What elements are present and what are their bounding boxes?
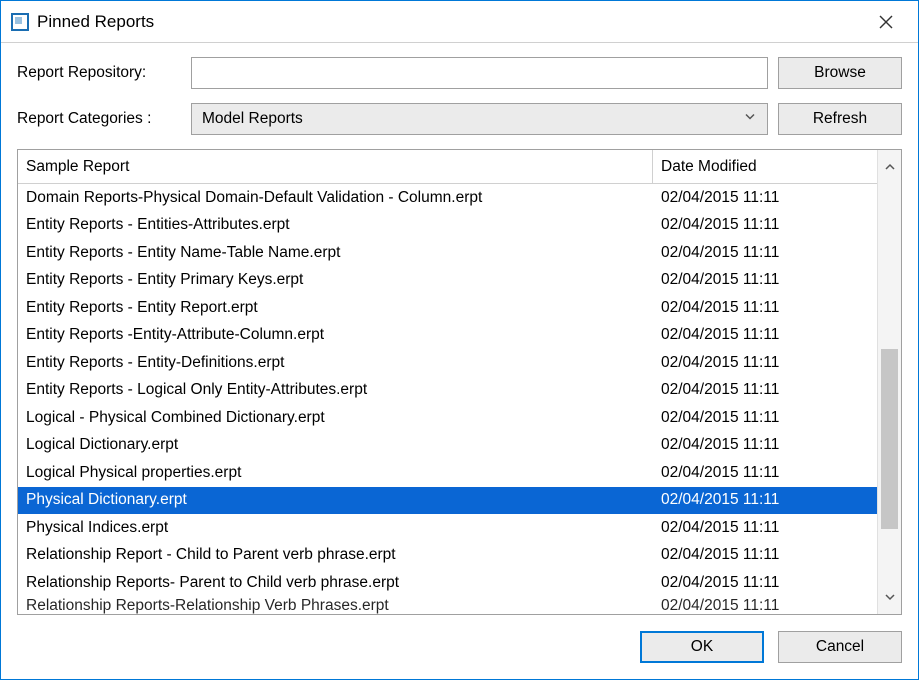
report-name-cell: Logical Physical properties.erpt [18,459,653,487]
table-row[interactable]: Relationship Reports-Relationship Verb P… [18,597,877,615]
report-name-cell: Physical Indices.erpt [18,514,653,542]
table-row[interactable]: Entity Reports - Entities-Attributes.erp… [18,212,877,240]
table-row[interactable]: Entity Reports - Entity Primary Keys.erp… [18,267,877,295]
report-name-cell: Physical Dictionary.erpt [18,487,653,515]
content-area: Report Repository: Browse Report Categor… [1,43,918,625]
list-body: Domain Reports-Physical Domain-Default V… [18,184,877,614]
report-date-cell: 02/04/2015 11:11 [653,569,877,597]
scroll-down-arrow-icon[interactable] [878,586,901,608]
report-name-cell: Logical Dictionary.erpt [18,432,653,460]
table-row[interactable]: Physical Indices.erpt02/04/2015 11:11 [18,514,877,542]
report-name-cell: Entity Reports - Entities-Attributes.erp… [18,212,653,240]
report-name-cell: Domain Reports-Physical Domain-Default V… [18,184,653,212]
report-date-cell: 02/04/2015 11:11 [653,349,877,377]
table-row[interactable]: Logical Dictionary.erpt02/04/2015 11:11 [18,432,877,460]
table-row[interactable]: Relationship Reports- Parent to Child ve… [18,569,877,597]
table-row[interactable]: Entity Reports - Entity Name-Table Name.… [18,239,877,267]
close-button[interactable] [864,1,908,42]
report-date-cell: 02/04/2015 11:11 [653,542,877,570]
repository-row: Report Repository: Browse [17,57,902,89]
refresh-button[interactable]: Refresh [778,103,902,135]
report-date-cell: 02/04/2015 11:11 [653,487,877,515]
list-header: Sample Report Date Modified [18,150,877,184]
column-header-date[interactable]: Date Modified [653,150,877,184]
report-name-cell: Entity Reports - Logical Only Entity-Att… [18,377,653,405]
scrollbar[interactable] [877,150,901,614]
repository-label: Report Repository: [17,64,181,82]
report-name-cell: Logical - Physical Combined Dictionary.e… [18,404,653,432]
scroll-thumb[interactable] [881,349,898,529]
report-date-cell: 02/04/2015 11:11 [653,404,877,432]
scroll-track[interactable] [878,178,901,586]
app-icon [11,13,29,31]
report-date-cell: 02/04/2015 11:11 [653,212,877,240]
report-date-cell: 02/04/2015 11:11 [653,377,877,405]
categories-row: Report Categories : Model Reports Refres… [17,103,902,135]
report-date-cell: 02/04/2015 11:11 [653,294,877,322]
report-date-cell: 02/04/2015 11:11 [653,239,877,267]
repository-input[interactable] [191,57,768,89]
column-header-name[interactable]: Sample Report [18,150,653,184]
table-row[interactable]: Entity Reports -Entity-Attribute-Column.… [18,322,877,350]
report-name-cell: Entity Reports - Entity-Definitions.erpt [18,349,653,377]
table-row[interactable]: Entity Reports - Entity Report.erpt02/04… [18,294,877,322]
table-row[interactable]: Physical Dictionary.erpt02/04/2015 11:11 [18,487,877,515]
close-icon [878,14,894,30]
report-list: Sample Report Date Modified Domain Repor… [17,149,902,615]
pinned-reports-dialog: Pinned Reports Report Repository: Browse… [0,0,919,680]
report-date-cell: 02/04/2015 11:11 [653,267,877,295]
report-name-cell: Relationship Reports- Parent to Child ve… [18,569,653,597]
categories-select[interactable]: Model Reports [191,103,768,135]
categories-selected-value: Model Reports [202,110,303,128]
window-title: Pinned Reports [37,12,864,32]
report-name-cell: Entity Reports - Entity Report.erpt [18,294,653,322]
ok-button[interactable]: OK [640,631,764,663]
titlebar: Pinned Reports [1,1,918,43]
report-name-cell: Entity Reports -Entity-Attribute-Column.… [18,322,653,350]
categories-label: Report Categories : [17,110,181,128]
table-row[interactable]: Relationship Report - Child to Parent ve… [18,542,877,570]
report-date-cell: 02/04/2015 11:11 [653,514,877,542]
table-row[interactable]: Logical - Physical Combined Dictionary.e… [18,404,877,432]
cancel-button[interactable]: Cancel [778,631,902,663]
chevron-down-icon [743,110,757,129]
report-name-cell: Relationship Reports-Relationship Verb P… [18,597,653,615]
report-name-cell: Entity Reports - Entity Primary Keys.erp… [18,267,653,295]
report-date-cell: 02/04/2015 11:11 [653,597,877,615]
browse-button[interactable]: Browse [778,57,902,89]
report-date-cell: 02/04/2015 11:11 [653,432,877,460]
report-name-cell: Entity Reports - Entity Name-Table Name.… [18,239,653,267]
report-name-cell: Relationship Report - Child to Parent ve… [18,542,653,570]
report-date-cell: 02/04/2015 11:11 [653,459,877,487]
table-row[interactable]: Entity Reports - Logical Only Entity-Att… [18,377,877,405]
scroll-up-arrow-icon[interactable] [878,156,901,178]
table-row[interactable]: Logical Physical properties.erpt02/04/20… [18,459,877,487]
report-date-cell: 02/04/2015 11:11 [653,322,877,350]
table-row[interactable]: Domain Reports-Physical Domain-Default V… [18,184,877,212]
dialog-footer: OK Cancel [1,625,918,679]
table-row[interactable]: Entity Reports - Entity-Definitions.erpt… [18,349,877,377]
report-date-cell: 02/04/2015 11:11 [653,184,877,212]
